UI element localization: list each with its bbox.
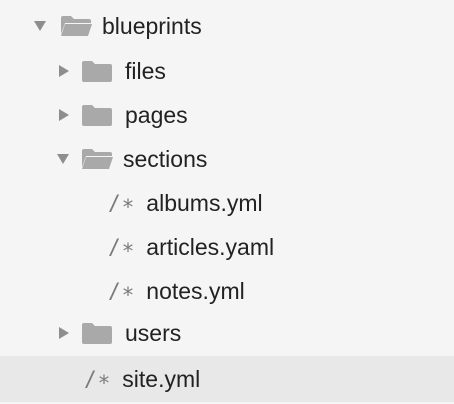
folder-icon	[81, 59, 113, 83]
yaml-file-icon: /∗	[108, 279, 136, 303]
tree-item-label: albums.yml	[146, 189, 263, 216]
tree-item-label: users	[125, 319, 182, 346]
tree-item-label: sections	[123, 145, 208, 172]
chevron-down-icon[interactable]	[56, 152, 70, 166]
file-tree: blueprints files pages sections /∗ album…	[0, 0, 454, 404]
folder-icon	[81, 103, 113, 127]
folder-open-icon	[59, 14, 93, 38]
tree-item-sections[interactable]: sections	[0, 137, 454, 181]
yaml-file-icon: /∗	[108, 191, 136, 215]
tree-item-label: blueprints	[102, 12, 202, 39]
yaml-file-icon: /∗	[108, 235, 136, 259]
tree-item-label: files	[125, 57, 166, 84]
folder-icon	[81, 321, 113, 345]
tree-item-users[interactable]: users	[0, 311, 454, 355]
tree-item-notes-yml[interactable]: /∗ notes.yml	[0, 269, 454, 313]
tree-item-label: notes.yml	[146, 277, 245, 304]
tree-item-label: site.yml	[122, 365, 201, 392]
tree-item-albums-yml[interactable]: /∗ albums.yml	[0, 181, 454, 225]
tree-item-pages[interactable]: pages	[0, 93, 454, 137]
tree-item-blueprints[interactable]: blueprints	[0, 4, 454, 48]
chevron-right-icon[interactable]	[57, 64, 71, 78]
chevron-right-icon[interactable]	[57, 326, 71, 340]
chevron-right-icon[interactable]	[57, 108, 71, 122]
chevron-down-icon[interactable]	[33, 19, 47, 33]
tree-item-label: articles.yaml	[146, 233, 275, 260]
tree-item-files[interactable]: files	[0, 49, 454, 93]
yaml-file-icon: /∗	[84, 367, 112, 391]
tree-item-site-yml[interactable]: /∗ site.yml	[0, 356, 454, 402]
tree-item-articles-yaml[interactable]: /∗ articles.yaml	[0, 225, 454, 269]
folder-open-icon	[80, 147, 114, 171]
tree-item-label: pages	[125, 101, 188, 128]
